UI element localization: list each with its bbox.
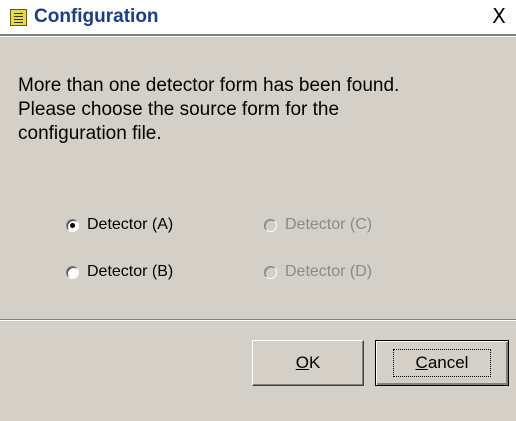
radio-label: Detector (D) — [285, 263, 373, 280]
ok-button[interactable]: OK — [252, 340, 364, 386]
radio-button-disabled-icon — [264, 218, 277, 232]
configuration-dialog: Configuration X More than one detector f… — [0, 0, 516, 421]
radio-button-disabled-icon — [264, 265, 277, 279]
title-bar[interactable]: Configuration X — [0, 0, 516, 34]
radio-detector-d: Detector (D) — [264, 261, 372, 283]
frame-divider — [0, 34, 516, 37]
ok-button-label: OK — [295, 353, 321, 372]
close-button[interactable]: X — [488, 5, 510, 27]
radio-label: Detector (A) — [87, 216, 174, 233]
window-title: Configuration — [34, 6, 159, 27]
message-line: configuration file. — [18, 123, 162, 144]
button-separator — [0, 319, 516, 321]
radio-detector-c: Detector (C) — [264, 214, 372, 236]
radio-button-icon[interactable] — [66, 265, 79, 279]
cancel-button[interactable]: Cancel — [375, 340, 509, 386]
radio-detector-a[interactable]: Detector (A) — [66, 214, 173, 236]
cancel-button-label: Cancel — [392, 349, 492, 377]
message-line: Please choose the source form for the — [18, 99, 340, 120]
radio-detector-b[interactable]: Detector (B) — [66, 261, 173, 283]
radio-label: Detector (B) — [87, 263, 174, 280]
message-text: More than one detector form has been fou… — [18, 74, 512, 146]
radio-button-selected-icon[interactable] — [66, 218, 79, 232]
notepad-icon — [10, 9, 27, 26]
radio-label: Detector (C) — [285, 216, 373, 233]
message-line: More than one detector form has been fou… — [18, 75, 400, 96]
